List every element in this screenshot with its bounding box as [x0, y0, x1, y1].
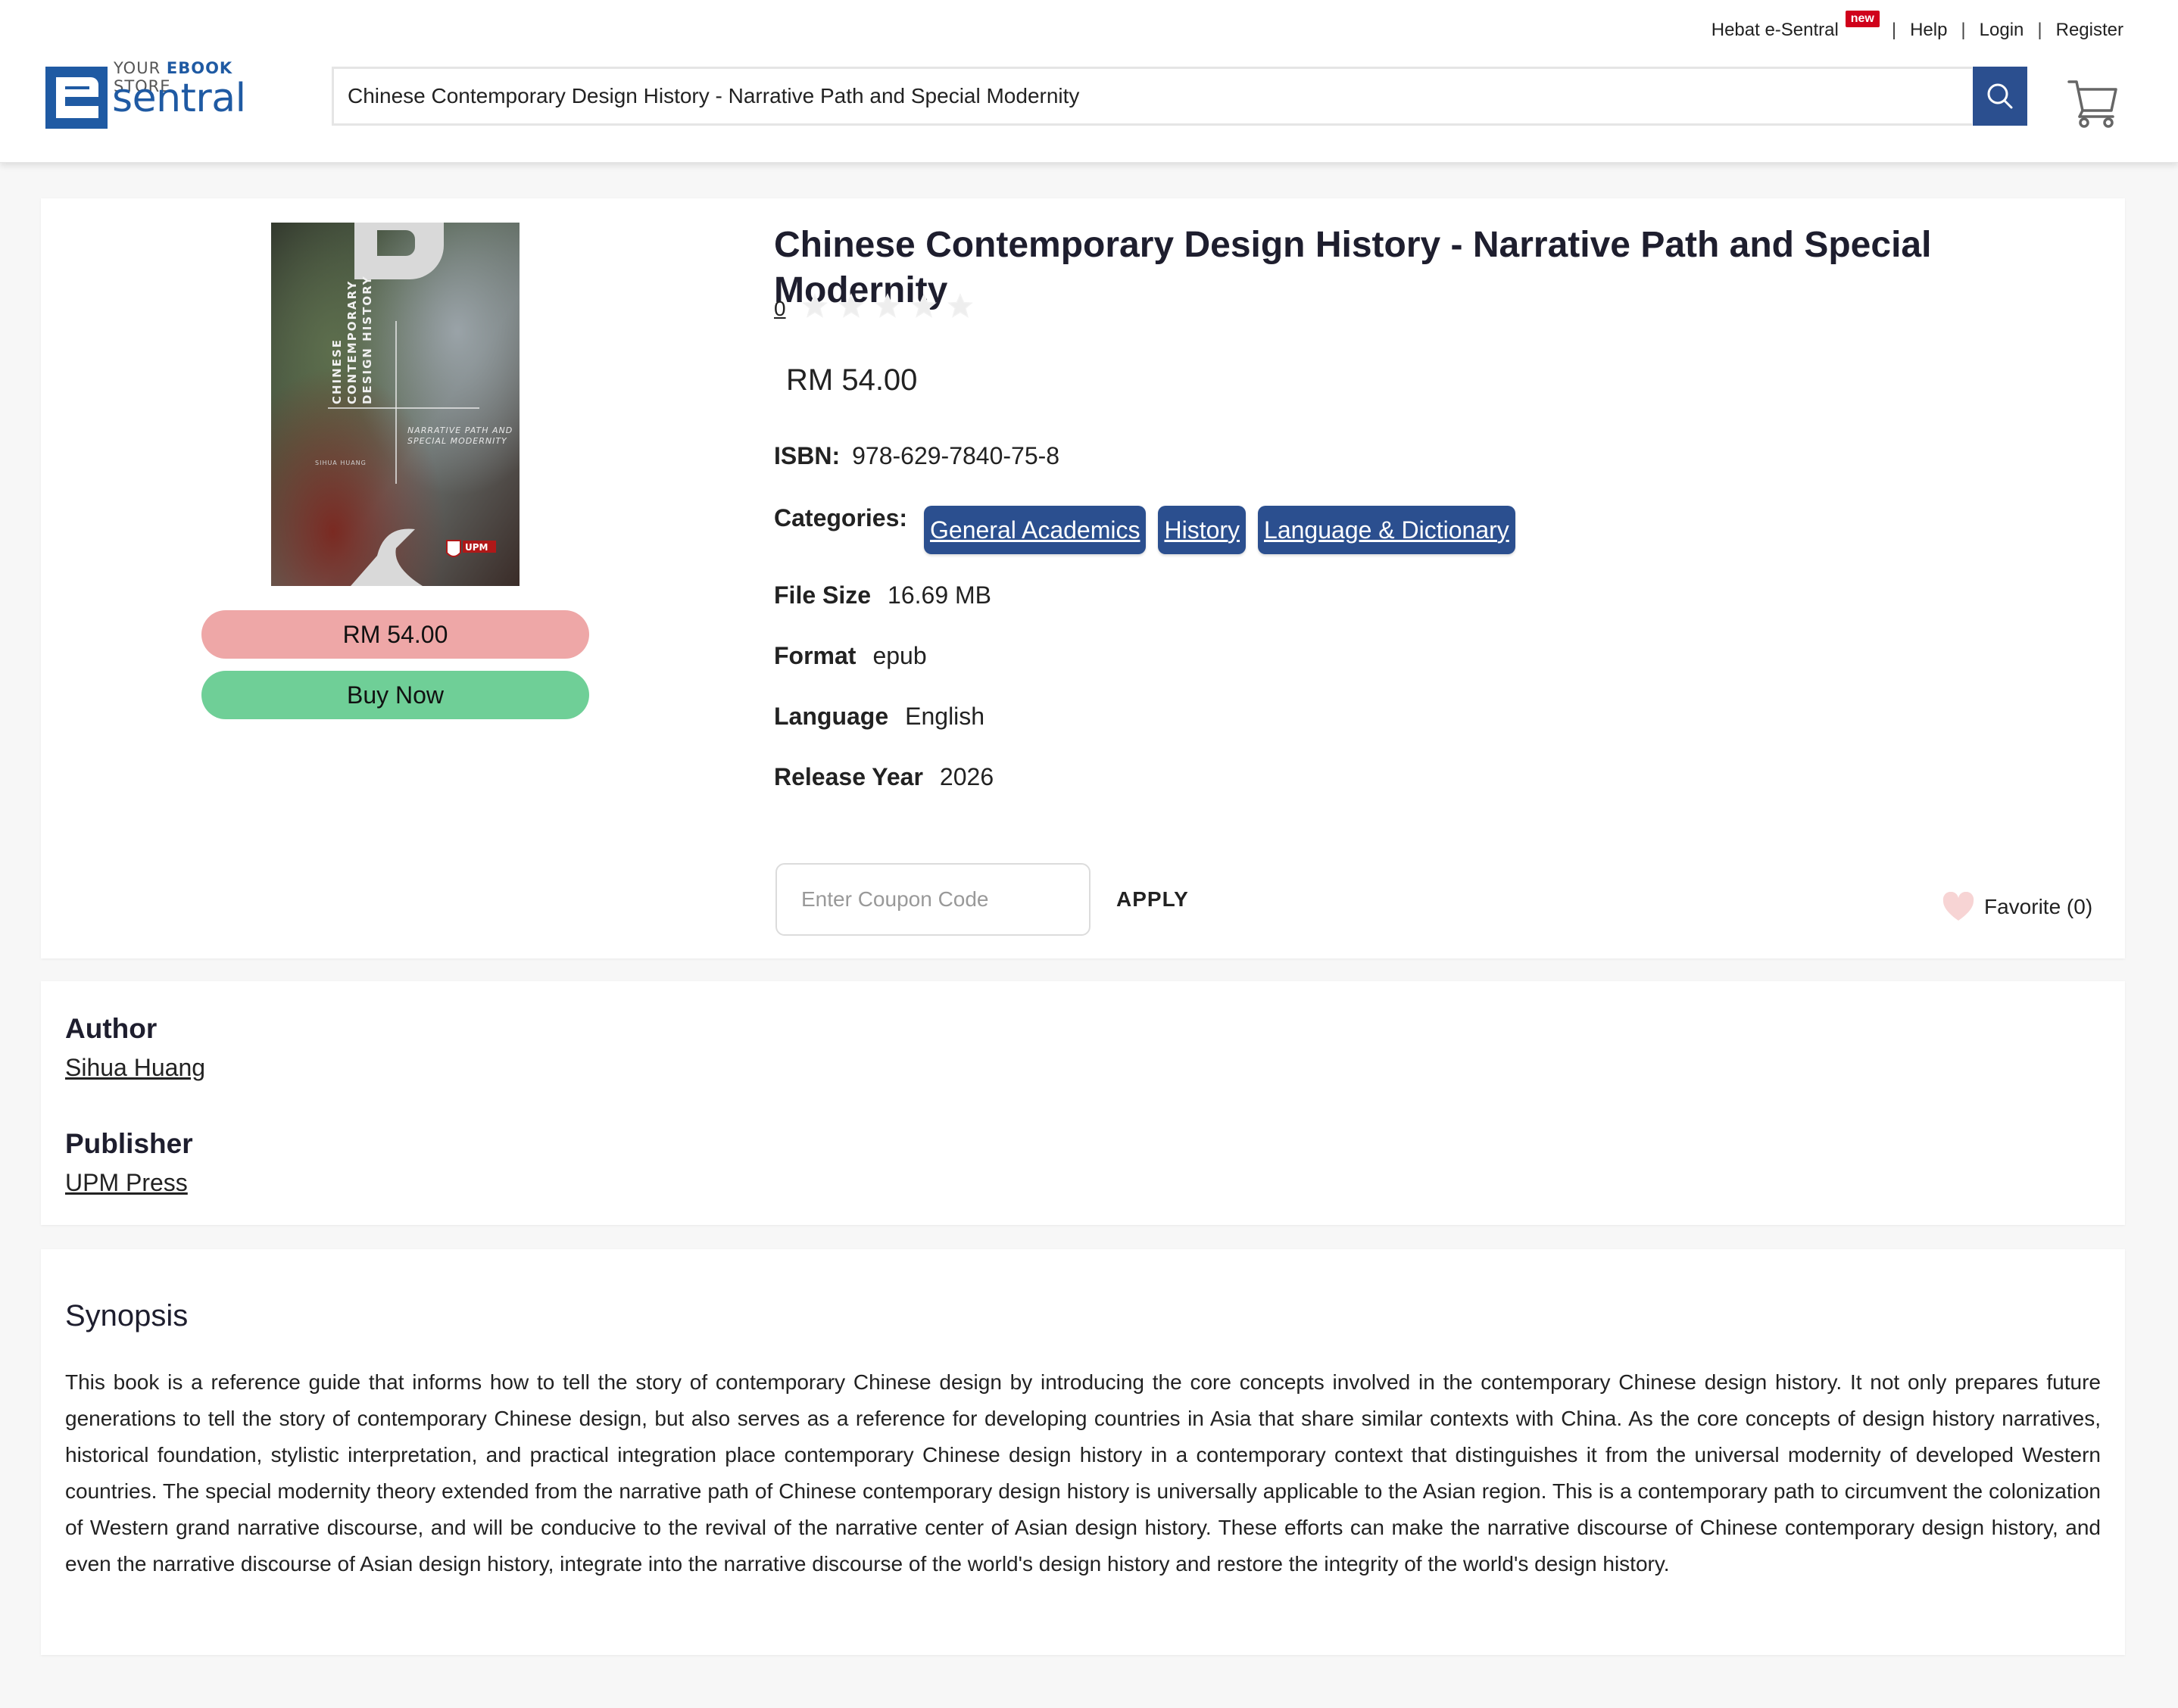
cart-button[interactable] — [2066, 74, 2120, 129]
author-publisher-card: Author Sihua Huang Publisher UPM Press — [41, 981, 2125, 1225]
format-value: epub — [872, 642, 927, 669]
star-empty-icon — [838, 293, 864, 318]
favorite-button[interactable]: Favorite (0) — [1942, 892, 2092, 922]
cover-title-line: CONTEMPORARY — [345, 280, 359, 404]
search-button[interactable] — [1973, 67, 2027, 126]
language-label: Language — [774, 703, 889, 730]
publisher-heading: Publisher — [65, 1128, 193, 1159]
book-title: Chinese Contemporary Design History - Na… — [774, 225, 1932, 310]
isbn-value: 978-629-7840-75-8 — [852, 442, 1060, 469]
cover-author: SIHUA HUANG — [315, 460, 367, 466]
heart-icon — [1942, 892, 1974, 921]
login-link[interactable]: Login — [1980, 20, 2024, 41]
language-value: English — [905, 703, 985, 730]
register-link[interactable]: Register — [2056, 20, 2123, 41]
category-tag-history[interactable]: History — [1158, 506, 1247, 554]
star-empty-icon — [947, 293, 973, 318]
file-size-row: File Size 16.69 MB — [774, 581, 991, 609]
category-tag-language-dictionary[interactable]: Language & Dictionary — [1258, 506, 1515, 554]
esentral-logo[interactable]: YOUR EBOOK STORE sentral — [45, 58, 295, 130]
coupon-code-input[interactable] — [775, 863, 1091, 936]
cart-icon — [2067, 80, 2117, 128]
category-tag-general-academics[interactable]: General Academics — [924, 506, 1147, 554]
search-bar — [332, 67, 1972, 126]
cover-subtitle-line: SPECIAL MODERNITY — [407, 436, 507, 446]
product-card: CHINESE CONTEMPORARY DESIGN HISTORY NARR… — [41, 198, 2125, 958]
apply-coupon-button[interactable]: APPLY — [1116, 883, 1189, 916]
file-size-label: File Size — [774, 581, 872, 609]
hebat-link-wrap: Hebat e-Sentral new — [1712, 11, 1880, 41]
logo-e-mark-icon — [45, 67, 108, 129]
release-year-label: Release Year — [774, 763, 923, 790]
logo-brand-text: sentral — [112, 76, 246, 121]
isbn-row: ISBN: 978-629-7840-75-8 — [774, 442, 1059, 470]
isbn-label: ISBN: — [774, 442, 841, 469]
author-heading: Author — [65, 1013, 158, 1044]
rating-count-link[interactable]: 0 — [774, 297, 786, 321]
new-badge: new — [1845, 11, 1880, 27]
book-price: RM 54.00 — [786, 363, 918, 397]
categories-label: Categories: — [774, 504, 908, 531]
synopsis-heading: Synopsis — [65, 1299, 189, 1332]
synopsis-text: This book is a reference guide that info… — [65, 1370, 2101, 1576]
release-year-row: Release Year 2026 — [774, 763, 994, 791]
book-cover-image[interactable]: CHINESE CONTEMPORARY DESIGN HISTORY NARR… — [271, 223, 520, 586]
rating-stars[interactable] — [801, 292, 974, 319]
hebat-e-sentral-link[interactable]: Hebat e-Sentral — [1712, 20, 1839, 40]
publisher-link[interactable]: UPM Press — [65, 1169, 188, 1197]
language-row: Language English — [774, 703, 984, 731]
link-separator: | — [1891, 20, 1897, 40]
cover-title-line: DESIGN HISTORY — [360, 275, 374, 404]
format-label: Format — [774, 642, 857, 669]
file-size-value: 16.69 MB — [888, 581, 992, 609]
link-separator: | — [2037, 20, 2042, 40]
side-price-badge: RM 54.00 — [201, 610, 589, 659]
help-link[interactable]: Help — [1910, 20, 1947, 41]
favorite-label: Favorite (0) — [1984, 895, 2093, 918]
top-links: Hebat e-Sentral new | Help | Login | Reg… — [1712, 11, 2123, 44]
cover-upm-text: UPM — [465, 542, 488, 553]
format-row: Format epub — [774, 642, 927, 670]
star-empty-icon — [802, 293, 828, 318]
author-link[interactable]: Sihua Huang — [65, 1054, 205, 1082]
buy-now-button[interactable]: Buy Now — [201, 671, 589, 719]
cover-title-line: CHINESE — [330, 338, 344, 404]
search-icon — [1987, 83, 2013, 109]
synopsis-card: Synopsis This book is a reference guide … — [41, 1249, 2125, 1655]
site-header: Hebat e-Sentral new | Help | Login | Reg… — [0, 0, 2178, 163]
search-input[interactable] — [334, 69, 1972, 123]
release-year-value: 2026 — [939, 763, 994, 790]
cover-subtitle-line: NARRATIVE PATH AND — [407, 425, 513, 435]
star-empty-icon — [911, 293, 937, 318]
star-empty-icon — [875, 293, 900, 318]
category-tags: General Academics History Language & Dic… — [924, 506, 1515, 554]
link-separator: | — [1961, 20, 1966, 40]
